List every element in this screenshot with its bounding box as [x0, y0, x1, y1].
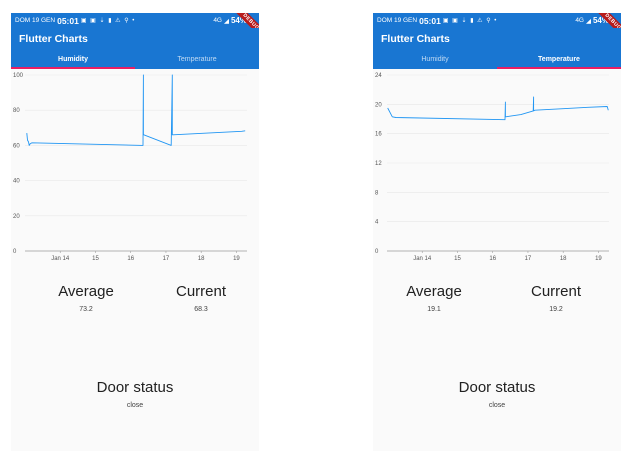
- y-tick-label: 12: [375, 161, 382, 167]
- series-line: [387, 96, 609, 121]
- average-label: Average: [406, 283, 462, 300]
- tab-humidity[interactable]: Humidity: [11, 53, 135, 69]
- phone-screen-temperature: DOM 19 GEN 05:01 ▣ ▣ ⇣ ▮ ⚠ ⚲ • 4G ◢ 54% …: [373, 13, 621, 451]
- y-tick-label: 40: [13, 179, 20, 185]
- humidity-line-chart: 0 20 40 60 80 100 Jan 14 15 16 17 18 19: [13, 73, 247, 262]
- app-title: Flutter Charts: [381, 33, 450, 45]
- y-tick-label: 100: [13, 73, 24, 79]
- status-bar: DOM 19 GEN 05:01 ▣ ▣ ⇣ ▮ ⚠ ⚲ • 4G ◢ 54% …: [11, 13, 259, 42]
- x-tick-label: Jan 14: [51, 256, 70, 262]
- tab-temperature[interactable]: Temperature: [497, 53, 621, 69]
- x-tick-label: 17: [525, 256, 532, 262]
- current-label: Current: [175, 283, 227, 300]
- y-tick-label: 4: [375, 220, 379, 226]
- signal-icon: ◢: [223, 17, 229, 25]
- x-tick-label: Jan 14: [413, 256, 432, 262]
- phone-screen-humidity: DOM 19 GEN 05:01 ▣ ▣ ⇣ ▮ ⚠ ⚲ • 4G ◢ 54% …: [11, 13, 259, 451]
- average-stat: Average 19.1: [384, 283, 484, 313]
- current-value: 19.2: [549, 306, 563, 313]
- current-label: Current: [530, 283, 582, 300]
- app-title: Flutter Charts: [19, 33, 88, 45]
- current-value: 68.3: [194, 306, 208, 313]
- average-value: 73.2: [79, 306, 93, 313]
- network-type: 4G: [575, 17, 584, 24]
- app-bar: Flutter Charts Humidity Temperature: [373, 28, 621, 69]
- carrier-text: DOM 19 GEN: [15, 17, 56, 24]
- signal-icon: ◢: [585, 17, 591, 25]
- average-label: Average: [58, 283, 114, 300]
- y-tick-label: 20: [375, 102, 382, 108]
- door-status-value: close: [126, 402, 144, 409]
- x-tick-label: 19: [595, 256, 602, 262]
- door-status: Door status close: [373, 379, 621, 409]
- door-status-label: Door status: [458, 379, 536, 396]
- app-bar: Flutter Charts Humidity Temperature: [11, 28, 259, 69]
- x-tick-label: 15: [454, 256, 461, 262]
- x-tick-label: 16: [127, 256, 134, 262]
- tab-humidity[interactable]: Humidity: [373, 53, 497, 69]
- temperature-line-chart: 0 4 8 12 16 20 24 Jan 14 15 16 17 18 19: [375, 73, 609, 262]
- y-tick-label: 20: [13, 214, 20, 220]
- status-bar: DOM 19 GEN 05:01 ▣ ▣ ⇣ ▮ ⚠ ⚲ • 4G ◢ 54% …: [373, 13, 621, 42]
- current-stat: Current 19.2: [506, 283, 606, 313]
- x-tick-label: 18: [560, 256, 567, 262]
- average-value: 19.1: [427, 306, 441, 313]
- current-stat: Current 68.3: [151, 283, 251, 313]
- x-tick-label: 18: [198, 256, 205, 262]
- y-tick-label: 8: [375, 190, 379, 196]
- door-status: Door status close: [11, 379, 259, 409]
- tab-bar: Humidity Temperature: [373, 53, 621, 69]
- clock-time: 05:01: [419, 15, 441, 26]
- x-tick-label: 17: [163, 256, 170, 262]
- y-tick-label: 24: [375, 73, 382, 79]
- network-type: 4G: [213, 17, 222, 24]
- x-tick-label: 15: [92, 256, 99, 262]
- y-tick-label: 16: [375, 132, 382, 138]
- x-tick-label: 19: [233, 256, 240, 262]
- average-stat: Average 73.2: [36, 283, 136, 313]
- notification-icons: ▣ ▣ ⇣ ▮ ⚠ ⚲ •: [442, 18, 498, 24]
- y-tick-label: 80: [13, 108, 20, 114]
- clock-time: 05:01: [57, 15, 79, 26]
- door-status-value: close: [488, 402, 506, 409]
- tab-bar: Humidity Temperature: [11, 53, 259, 69]
- carrier-text: DOM 19 GEN: [377, 17, 418, 24]
- tab-temperature[interactable]: Temperature: [135, 53, 259, 69]
- y-tick-label: 0: [375, 249, 379, 255]
- notification-icons: ▣ ▣ ⇣ ▮ ⚠ ⚲ •: [80, 18, 136, 24]
- door-status-label: Door status: [96, 379, 174, 396]
- x-tick-label: 16: [489, 256, 496, 262]
- y-tick-label: 0: [13, 249, 17, 255]
- y-tick-label: 60: [13, 143, 20, 149]
